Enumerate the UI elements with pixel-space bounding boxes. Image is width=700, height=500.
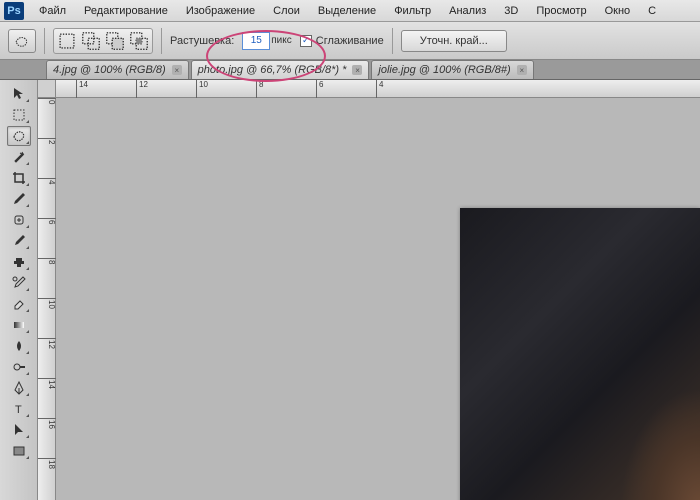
ruler-tick: 6 bbox=[38, 218, 56, 224]
ruler-tick: 4 bbox=[376, 80, 383, 98]
work-area: T 14 12 10 8 6 4 0 2 4 6 8 10 12 14 16 1… bbox=[0, 80, 700, 500]
eraser-tool[interactable] bbox=[7, 294, 31, 314]
svg-text:T: T bbox=[15, 404, 22, 416]
feather-unit: пикс bbox=[271, 35, 292, 46]
ruler-tick: 6 bbox=[316, 80, 323, 98]
canvas-area: 14 12 10 8 6 4 0 2 4 6 8 10 12 14 16 18 bbox=[38, 80, 700, 500]
ruler-tick: 0 bbox=[38, 98, 56, 104]
close-icon[interactable]: × bbox=[352, 65, 362, 75]
menu-3d[interactable]: 3D bbox=[495, 2, 527, 20]
menubar: Ps Файл Редактирование Изображение Слои … bbox=[0, 0, 700, 22]
selection-intersect-icon[interactable] bbox=[128, 31, 150, 51]
clone-stamp-tool[interactable] bbox=[7, 252, 31, 272]
brush-tool[interactable] bbox=[7, 231, 31, 251]
toolbox: T bbox=[0, 80, 38, 500]
vertical-ruler[interactable]: 0 2 4 6 8 10 12 14 16 18 bbox=[38, 98, 56, 500]
eyedropper-tool[interactable] bbox=[7, 189, 31, 209]
ruler-origin[interactable] bbox=[38, 80, 56, 98]
menu-view[interactable]: Просмотр bbox=[527, 2, 595, 20]
ruler-tick: 16 bbox=[38, 418, 56, 429]
lasso-tool[interactable] bbox=[7, 126, 31, 146]
horizontal-ruler[interactable]: 14 12 10 8 6 4 bbox=[56, 80, 700, 98]
ruler-tick: 2 bbox=[38, 138, 56, 144]
ruler-tick: 14 bbox=[76, 80, 88, 98]
menu-window[interactable]: Окно bbox=[596, 2, 640, 20]
app-logo: Ps bbox=[4, 2, 24, 20]
ruler-tick: 14 bbox=[38, 378, 56, 389]
blur-tool[interactable] bbox=[7, 336, 31, 356]
separator bbox=[44, 28, 45, 54]
current-tool-indicator[interactable] bbox=[8, 29, 36, 53]
selection-new-icon[interactable] bbox=[56, 31, 78, 51]
marquee-tool[interactable] bbox=[7, 105, 31, 125]
menu-help[interactable]: С bbox=[639, 2, 665, 20]
document-tabs: 4.jpg @ 100% (RGB/8) × photo.jpg @ 66,7%… bbox=[0, 60, 700, 80]
menu-analysis[interactable]: Анализ bbox=[440, 2, 495, 20]
gradient-tool[interactable] bbox=[7, 315, 31, 335]
separator bbox=[161, 28, 162, 54]
refine-edge-button[interactable]: Уточн. край... bbox=[401, 30, 507, 52]
menu-filter[interactable]: Фильтр bbox=[385, 2, 440, 20]
document-image[interactable] bbox=[460, 208, 700, 500]
canvas[interactable] bbox=[56, 98, 700, 500]
move-tool[interactable] bbox=[7, 84, 31, 104]
document-tab[interactable]: jolie.jpg @ 100% (RGB/8#) × bbox=[371, 60, 533, 79]
separator bbox=[392, 28, 393, 54]
ruler-tick: 12 bbox=[38, 338, 56, 349]
close-icon[interactable]: × bbox=[172, 65, 182, 75]
antialias-checkbox[interactable] bbox=[300, 35, 312, 47]
options-bar: Растушевка: пикс Сглаживание Уточн. край… bbox=[0, 22, 700, 60]
tab-label: photo.jpg @ 66,7% (RGB/8*) * bbox=[198, 64, 347, 76]
type-tool[interactable]: T bbox=[7, 399, 31, 419]
tab-label: jolie.jpg @ 100% (RGB/8#) bbox=[378, 64, 510, 76]
magic-wand-tool[interactable] bbox=[7, 147, 31, 167]
document-tab[interactable]: photo.jpg @ 66,7% (RGB/8*) * × bbox=[191, 60, 370, 79]
ruler-tick: 12 bbox=[136, 80, 148, 98]
pen-tool[interactable] bbox=[7, 378, 31, 398]
menu-image[interactable]: Изображение bbox=[177, 2, 264, 20]
close-icon[interactable]: × bbox=[517, 65, 527, 75]
selection-subtract-icon[interactable] bbox=[104, 31, 126, 51]
dodge-tool[interactable] bbox=[7, 357, 31, 377]
crop-tool[interactable] bbox=[7, 168, 31, 188]
menu-select[interactable]: Выделение bbox=[309, 2, 385, 20]
tab-label: 4.jpg @ 100% (RGB/8) bbox=[53, 64, 166, 76]
ruler-tick: 8 bbox=[256, 80, 263, 98]
ruler-tick: 4 bbox=[38, 178, 56, 184]
selection-add-icon[interactable] bbox=[80, 31, 102, 51]
ruler-tick: 10 bbox=[38, 298, 56, 309]
path-selection-tool[interactable] bbox=[7, 420, 31, 440]
menu-edit[interactable]: Редактирование bbox=[75, 2, 177, 20]
selection-mode-group bbox=[53, 28, 153, 54]
ruler-tick: 8 bbox=[38, 258, 56, 264]
healing-brush-tool[interactable] bbox=[7, 210, 31, 230]
ruler-tick: 18 bbox=[38, 458, 56, 469]
ruler-tick: 10 bbox=[196, 80, 208, 98]
menu-file[interactable]: Файл bbox=[30, 2, 75, 20]
document-tab[interactable]: 4.jpg @ 100% (RGB/8) × bbox=[46, 60, 189, 79]
history-brush-tool[interactable] bbox=[7, 273, 31, 293]
rectangle-tool[interactable] bbox=[7, 441, 31, 461]
menu-layers[interactable]: Слои bbox=[264, 2, 309, 20]
antialias-label: Сглаживание bbox=[316, 35, 384, 47]
feather-input[interactable] bbox=[242, 32, 270, 50]
feather-label: Растушевка: bbox=[170, 35, 234, 47]
